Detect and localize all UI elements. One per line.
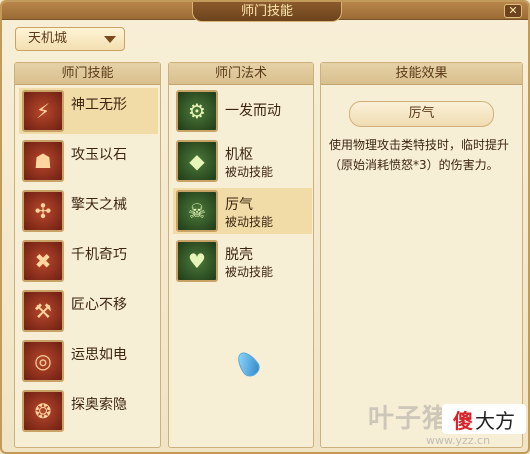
skill-row-0[interactable]: ⚡ 神工无形 bbox=[19, 88, 158, 134]
skill-effect-header: 技能效果 bbox=[321, 63, 522, 85]
crossed-hammers-icon: ✖ bbox=[22, 240, 64, 282]
lightning-swirl-icon: ⚡ bbox=[22, 90, 64, 132]
watermark-logo: 傻 大方 bbox=[442, 404, 526, 434]
skill-name: 擎天之械 bbox=[71, 197, 127, 213]
skill-row-6[interactable]: ❂ 探奥索隐 bbox=[19, 388, 158, 434]
gears-icon: ⚙ bbox=[176, 90, 218, 132]
skill-name: 攻玉以石 bbox=[71, 147, 127, 163]
watermark-text: 叶子猪 bbox=[368, 404, 450, 434]
skill-name: 匠心不移 bbox=[71, 297, 127, 313]
vortex-icon: ❂ bbox=[22, 390, 64, 432]
watermark-url: www.yzz.cn bbox=[426, 434, 491, 447]
skill-row-1[interactable]: ☗ 攻玉以石 bbox=[19, 138, 158, 184]
skill-name: 神工无形 bbox=[71, 97, 127, 113]
window-title: 师门技能 bbox=[192, 2, 342, 22]
school-dropdown-value: 天机城 bbox=[28, 31, 68, 46]
effect-description: 使用物理攻击类特技时，临时提升（原始消耗愤怒*3）的伤害力。 bbox=[329, 138, 510, 172]
skill-row-4[interactable]: ⚒ 匠心不移 bbox=[19, 288, 158, 334]
logo-text: 大方 bbox=[475, 408, 515, 433]
skill-row-5[interactable]: ◎ 运思如电 bbox=[19, 338, 158, 384]
art-type: 被动技能 bbox=[225, 165, 274, 179]
art-name: 厉气 bbox=[225, 197, 253, 213]
skills-window: 师门技能 ✕ 天机城 师门技能 ⚡ 神工无形 ☗ 攻玉以石 ✣ 擎天之械 ✖ 千… bbox=[0, 0, 530, 454]
skill-name: 运思如电 bbox=[71, 347, 127, 363]
logo-text-red: 傻 bbox=[453, 408, 473, 433]
stone-mask-icon: ☗ bbox=[22, 140, 64, 182]
skill-name: 千机奇巧 bbox=[71, 247, 127, 263]
chevron-down-icon bbox=[104, 36, 116, 43]
school-dropdown[interactable]: 天机城 bbox=[15, 27, 125, 51]
skill-row-2[interactable]: ✣ 擎天之械 bbox=[19, 188, 158, 234]
skill-row-3[interactable]: ✖ 千机奇巧 bbox=[19, 238, 158, 284]
skill-name: 探奥索隐 bbox=[71, 397, 127, 413]
art-row-3[interactable]: ♥ 脱壳 被动技能 bbox=[173, 238, 312, 284]
art-name: 一发而动 bbox=[225, 103, 281, 119]
school-arts-header: 师门法术 bbox=[169, 63, 313, 85]
skill-effect-panel: 技能效果 厉气 使用物理攻击类特技时，临时提升（原始消耗愤怒*3）的伤害力。 bbox=[320, 62, 523, 448]
art-row-1[interactable]: ◆ 机枢 被动技能 bbox=[173, 138, 312, 184]
school-skills-header: 师门技能 bbox=[15, 63, 160, 85]
close-button[interactable]: ✕ bbox=[504, 4, 522, 18]
effect-skill-name: 厉气 bbox=[349, 101, 494, 127]
school-arts-panel: 师门法术 ⚙ 一发而动 ◆ 机枢 被动技能 ☠ 厉气 被动技能 ♥ 脱壳 被动技… bbox=[168, 62, 314, 448]
art-row-0[interactable]: ⚙ 一发而动 bbox=[173, 88, 312, 134]
art-name: 机枢 bbox=[225, 147, 253, 163]
crystal-shield-icon: ◆ bbox=[176, 140, 218, 182]
art-row-2[interactable]: ☠ 厉气 被动技能 bbox=[173, 188, 312, 234]
anvil-hammer-icon: ⚒ bbox=[22, 290, 64, 332]
demon-face-icon: ☠ bbox=[176, 190, 218, 232]
art-type: 被动技能 bbox=[225, 265, 274, 279]
school-skills-panel: 师门技能 ⚡ 神工无形 ☗ 攻玉以石 ✣ 擎天之械 ✖ 千机奇巧 ⚒ 匠心不移 … bbox=[14, 62, 161, 448]
art-type: 被动技能 bbox=[225, 215, 274, 229]
windmill-icon: ✣ bbox=[22, 190, 64, 232]
heart-shell-icon: ♥ bbox=[176, 240, 218, 282]
feather-cursor-icon bbox=[233, 348, 263, 380]
art-name: 脱壳 bbox=[225, 247, 253, 263]
eyes-swirl-icon: ◎ bbox=[22, 340, 64, 382]
